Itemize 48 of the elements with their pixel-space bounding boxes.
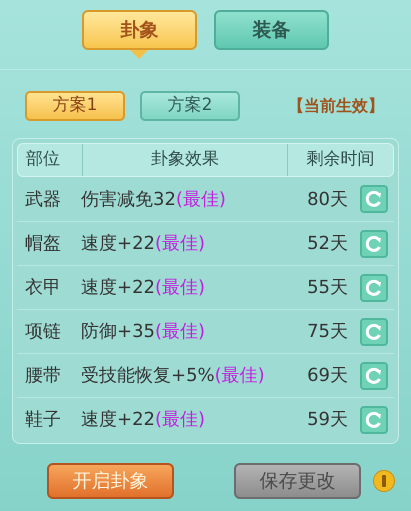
tab[interactable]: 装备: [214, 10, 329, 50]
best-tag: (最佳): [176, 188, 226, 210]
slot-cell-text: 鞋子: [24, 408, 62, 432]
remaining-time: 80天: [306, 188, 348, 212]
remaining-time: 55天: [306, 276, 348, 300]
refresh-icon: [365, 234, 383, 252]
tab[interactable]: 卦象: [82, 10, 197, 50]
remaining-time: 69天: [306, 364, 348, 388]
action-button: 保存更改: [234, 463, 361, 499]
best-tag: (最佳): [155, 233, 206, 254]
effect-text: 伤害减免32: [81, 188, 176, 210]
pointer-icon: [130, 50, 148, 59]
remaining-time: 75天: [306, 320, 348, 344]
effect-text: 受技能恢复+5%: [81, 365, 215, 386]
effect-text: 速度+22: [81, 409, 155, 430]
refresh-icon: [365, 322, 383, 340]
effect-text: 防御+35: [81, 321, 155, 342]
best-tag: (最佳): [214, 365, 265, 386]
refresh-button[interactable]: [360, 185, 388, 213]
best-tag: (最佳): [155, 277, 206, 298]
refresh-icon: [365, 410, 383, 428]
slot-cell-text: 项链: [24, 320, 62, 344]
refresh-button[interactable]: [360, 362, 388, 390]
action-button[interactable]: 开启卦象: [47, 463, 174, 499]
effect-text: 速度+22: [81, 277, 155, 298]
column-header: 部位: [25, 148, 61, 172]
slot-cell-text: 帽盔: [24, 232, 62, 256]
refresh-button[interactable]: [360, 230, 388, 258]
effect-text: 速度+22: [81, 233, 155, 254]
scheme-tab[interactable]: 方案2: [140, 91, 240, 121]
info-icon[interactable]: [373, 470, 395, 492]
column-header: 剩余时间: [306, 148, 376, 172]
refresh-icon: [365, 190, 383, 208]
refresh-button[interactable]: [360, 318, 388, 346]
remaining-time: 52天: [306, 232, 348, 256]
refresh-icon: [365, 366, 383, 384]
refresh-icon: [365, 278, 383, 296]
refresh-button[interactable]: [360, 406, 388, 434]
slot-cell-text: 武器: [24, 188, 62, 212]
slot-cell-text: 腰带: [24, 364, 62, 388]
status-text: 【当前生效】: [288, 95, 384, 117]
column-header: 卦象效果: [82, 144, 288, 176]
refresh-button[interactable]: [360, 274, 388, 302]
best-tag: (最佳): [155, 409, 206, 430]
best-tag: (最佳): [155, 321, 206, 342]
slot-cell-text: 衣甲: [24, 276, 62, 300]
scheme-tab[interactable]: 方案1: [25, 91, 125, 121]
remaining-time: 59天: [306, 408, 348, 432]
